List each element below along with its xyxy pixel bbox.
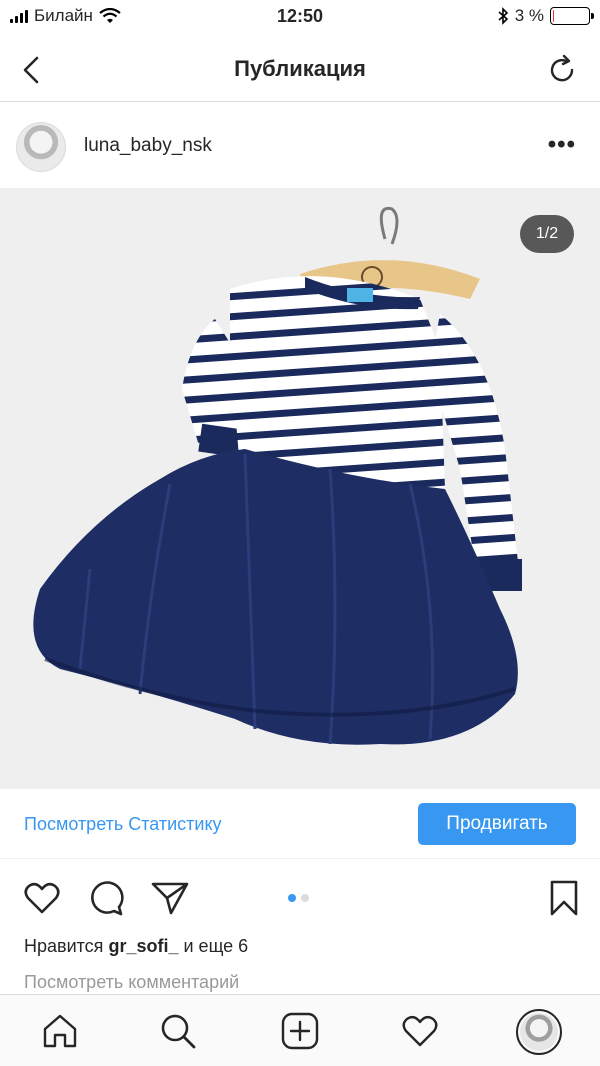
battery-icon xyxy=(550,7,594,25)
carousel-dot-active xyxy=(288,894,296,902)
post-actions xyxy=(0,862,600,932)
search-icon[interactable] xyxy=(158,1011,198,1051)
status-right: 3 % xyxy=(497,6,594,26)
status-bar: Билайн 12:50 3 % xyxy=(0,0,600,36)
avatar[interactable] xyxy=(16,122,66,172)
insights-row: Посмотреть Статистику Продвигать xyxy=(0,789,600,859)
refresh-icon[interactable] xyxy=(542,50,582,90)
page-title: Публикация xyxy=(234,56,366,81)
activity-icon[interactable] xyxy=(400,1011,440,1051)
dress-photo-illustration xyxy=(33,206,522,745)
promote-button[interactable]: Продвигать xyxy=(418,803,576,845)
battery-level xyxy=(553,10,555,22)
more-options-icon[interactable]: ••• xyxy=(548,131,576,159)
liked-by-user[interactable]: gr_sofi_ xyxy=(108,936,178,956)
comment-icon[interactable] xyxy=(86,878,126,918)
bluetooth-icon xyxy=(498,7,508,25)
likes-suffix[interactable]: и еще 6 xyxy=(184,936,249,956)
carousel-dot xyxy=(301,894,309,902)
view-comments-link[interactable]: Посмотреть комментарий xyxy=(24,972,239,993)
post-header: luna_baby_nsk ••• xyxy=(0,103,600,189)
view-insights-link[interactable]: Посмотреть Статистику xyxy=(24,814,222,835)
battery-percent: 3 % xyxy=(514,6,544,25)
chevron-left-icon[interactable] xyxy=(12,50,52,90)
post-username[interactable]: luna_baby_nsk xyxy=(84,135,212,157)
carousel-dots xyxy=(288,894,309,902)
heart-icon[interactable] xyxy=(22,878,62,918)
image-counter-badge: 1/2 xyxy=(520,215,574,253)
tab-bar xyxy=(0,994,600,1066)
post-photo[interactable]: 1/2 xyxy=(0,189,600,789)
nav-bar: Публикация xyxy=(0,36,600,102)
likes-line: Нравится gr_sofi_ и еще 6 xyxy=(24,936,248,957)
home-icon[interactable] xyxy=(40,1011,80,1051)
profile-avatar[interactable] xyxy=(516,1009,562,1055)
bookmark-icon[interactable] xyxy=(544,878,584,918)
add-icon[interactable] xyxy=(280,1011,320,1051)
share-icon[interactable] xyxy=(150,878,190,918)
likes-prefix: Нравится xyxy=(24,936,104,956)
